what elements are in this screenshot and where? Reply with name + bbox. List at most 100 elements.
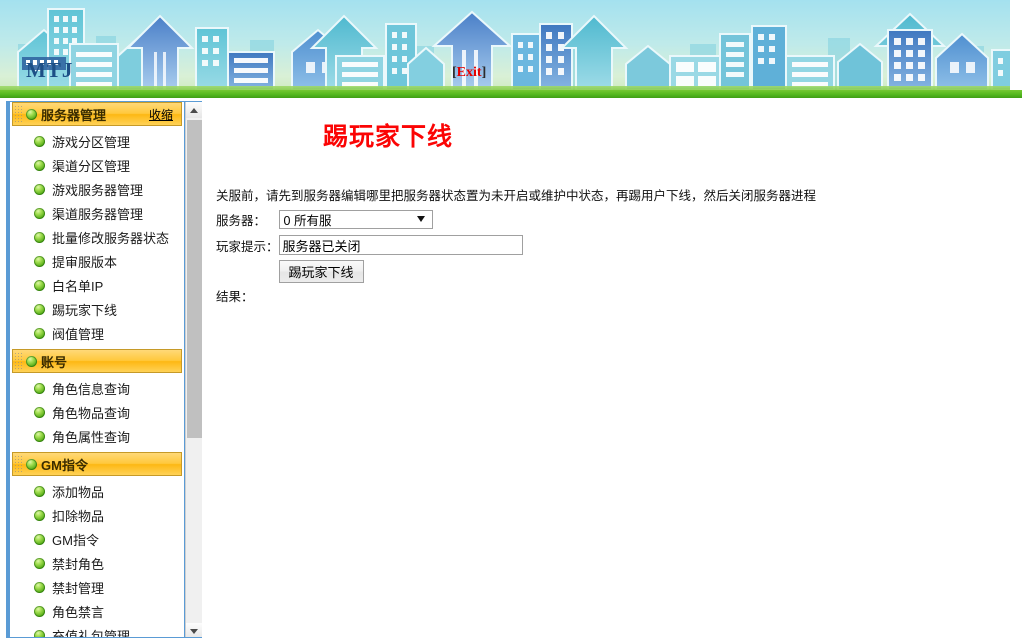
menu-group-account: 账号 角色信息查询 角色物品查询 角色属性查询 bbox=[10, 349, 184, 452]
site-banner: MTJ [Exit] bbox=[0, 0, 1022, 98]
sidebar-item-label: 扣除物品 bbox=[52, 506, 104, 525]
scroll-up-button[interactable] bbox=[186, 102, 202, 118]
sidebar-item-label: 角色信息查询 bbox=[52, 379, 130, 398]
sidebar-item-label: 游戏服务器管理 bbox=[52, 180, 143, 199]
submit-spacer bbox=[216, 258, 279, 284]
server-select-cell: 0 所有服 bbox=[279, 206, 523, 232]
bullet-icon bbox=[34, 136, 45, 147]
sidebar-item-label: 禁封角色 bbox=[52, 554, 104, 573]
banner-green-strip bbox=[0, 90, 1022, 98]
result-row: 结果： bbox=[216, 286, 254, 305]
sidebar-item-label: 角色物品查询 bbox=[52, 403, 130, 422]
sidebar: 服务器管理 收缩 游戏分区管理 渠道分区管理 游戏服务器管理 bbox=[6, 101, 202, 638]
sidebar-item-label: 渠道服务器管理 bbox=[52, 204, 143, 223]
sidebar-item-role-info[interactable]: 角色信息查询 bbox=[10, 376, 184, 400]
group-header-gm[interactable]: GM指令 bbox=[12, 452, 182, 476]
sidebar-item-deduct-item[interactable]: 扣除物品 bbox=[10, 503, 184, 527]
bullet-icon bbox=[34, 232, 45, 243]
menu-group-gm: GM指令 添加物品 扣除物品 GM指令 bbox=[10, 452, 184, 638]
tip-input[interactable] bbox=[279, 235, 523, 255]
bullet-icon bbox=[34, 558, 45, 569]
sidebar-item-channel-zone[interactable]: 渠道分区管理 bbox=[10, 153, 184, 177]
sidebar-item-recharge-gift[interactable]: 充值礼包管理 bbox=[10, 623, 184, 638]
sidebar-item-role-items[interactable]: 角色物品查询 bbox=[10, 400, 184, 424]
sidebar-item-gm-command[interactable]: GM指令 bbox=[10, 527, 184, 551]
sidebar-item-channel-server[interactable]: 渠道服务器管理 bbox=[10, 201, 184, 225]
bullet-icon bbox=[34, 510, 45, 521]
exit-label: Exit bbox=[457, 65, 482, 80]
bullet-icon bbox=[34, 431, 45, 442]
sidebar-item-kick-player[interactable]: 踢玩家下线 bbox=[10, 297, 184, 321]
drag-handle-icon[interactable] bbox=[14, 455, 23, 473]
bullet-icon bbox=[34, 184, 45, 195]
group-header-account[interactable]: 账号 bbox=[12, 349, 182, 373]
menu-items-server: 游戏分区管理 渠道分区管理 游戏服务器管理 渠道服务器管理 bbox=[10, 126, 184, 349]
scrollbar-thumb[interactable] bbox=[187, 120, 202, 438]
bullet-icon bbox=[34, 328, 45, 339]
sidebar-scrollbar[interactable] bbox=[185, 102, 202, 638]
main-content: 踢玩家下线 关服前，请先到服务器编辑哪里把服务器状态置为未开启或维护中状态，再踢… bbox=[210, 98, 1022, 638]
exit-bracket-right: ] bbox=[482, 65, 487, 80]
sidebar-item-role-attrs[interactable]: 角色属性查询 bbox=[10, 424, 184, 448]
chevron-down-icon bbox=[417, 216, 425, 222]
form-row-submit: 踢玩家下线 bbox=[216, 258, 523, 284]
group-header-server[interactable]: 服务器管理 收缩 bbox=[12, 102, 182, 126]
sidebar-item-label: 充值礼包管理 bbox=[52, 626, 130, 638]
bullet-icon bbox=[34, 304, 45, 315]
sidebar-item-label: GM指令 bbox=[52, 530, 99, 549]
sidebar-item-whitelist-ip[interactable]: 白名单IP bbox=[10, 273, 184, 297]
notice-text: 关服前，请先到服务器编辑哪里把服务器状态置为未开启或维护中状态，再踢用户下线，然… bbox=[216, 185, 816, 204]
sidebar-item-label: 渠道分区管理 bbox=[52, 156, 130, 175]
bullet-icon bbox=[26, 356, 37, 367]
bullet-icon bbox=[34, 160, 45, 171]
drag-handle-icon[interactable] bbox=[14, 105, 23, 123]
chevron-down-icon bbox=[190, 629, 198, 634]
bullet-icon bbox=[34, 280, 45, 291]
menu-group-server: 服务器管理 收缩 游戏分区管理 渠道分区管理 游戏服务器管理 bbox=[10, 102, 184, 349]
sidebar-item-batch-server-status[interactable]: 批量修改服务器状态 bbox=[10, 225, 184, 249]
server-label: 服务器： bbox=[216, 206, 279, 232]
sidebar-item-game-zone[interactable]: 游戏分区管理 bbox=[10, 129, 184, 153]
bullet-icon bbox=[26, 109, 37, 120]
kick-player-button[interactable]: 踢玩家下线 bbox=[279, 260, 364, 283]
sidebar-item-game-server[interactable]: 游戏服务器管理 bbox=[10, 177, 184, 201]
sidebar-menu: 服务器管理 收缩 游戏分区管理 渠道分区管理 游戏服务器管理 bbox=[7, 102, 185, 638]
exit-link[interactable]: [Exit] bbox=[452, 66, 486, 80]
sidebar-item-mute-role[interactable]: 角色禁言 bbox=[10, 599, 184, 623]
sidebar-item-review-version[interactable]: 提审服版本 bbox=[10, 249, 184, 273]
page-title: 踢玩家下线 bbox=[323, 117, 453, 153]
drag-handle-icon[interactable] bbox=[14, 352, 23, 370]
banner-right-gutter bbox=[1010, 0, 1022, 90]
bullet-icon bbox=[34, 534, 45, 545]
submit-cell: 踢玩家下线 bbox=[279, 258, 523, 284]
form-row-server: 服务器： 0 所有服 bbox=[216, 206, 523, 232]
tip-label: 玩家提示： bbox=[216, 232, 279, 258]
bullet-icon bbox=[34, 486, 45, 497]
cityscape-illustration bbox=[0, 0, 1022, 98]
group-title: 账号 bbox=[41, 352, 67, 371]
bullet-icon bbox=[26, 459, 37, 470]
server-select[interactable]: 0 所有服 bbox=[279, 210, 433, 229]
menu-items-gm: 添加物品 扣除物品 GM指令 禁封角色 bbox=[10, 476, 184, 638]
bullet-icon bbox=[34, 208, 45, 219]
sidebar-item-label: 批量修改服务器状态 bbox=[52, 228, 169, 247]
sidebar-item-ban-manage[interactable]: 禁封管理 bbox=[10, 575, 184, 599]
form-table: 服务器： 0 所有服 玩家提示： bbox=[216, 206, 523, 284]
collapse-link[interactable]: 收缩 bbox=[149, 106, 173, 123]
sidebar-item-label: 提审服版本 bbox=[52, 252, 117, 271]
sidebar-item-label: 阀值管理 bbox=[52, 324, 104, 343]
scroll-down-button[interactable] bbox=[186, 623, 202, 638]
sidebar-item-label: 踢玩家下线 bbox=[52, 300, 117, 319]
page-body: 服务器管理 收缩 游戏分区管理 渠道分区管理 游戏服务器管理 bbox=[0, 98, 1022, 638]
menu-items-account: 角色信息查询 角色物品查询 角色属性查询 bbox=[10, 373, 184, 452]
site-logo: MTJ bbox=[26, 60, 73, 81]
server-select-value: 0 所有服 bbox=[284, 210, 332, 229]
sidebar-item-ban-role[interactable]: 禁封角色 bbox=[10, 551, 184, 575]
tip-input-cell bbox=[279, 232, 523, 258]
sidebar-item-add-item[interactable]: 添加物品 bbox=[10, 479, 184, 503]
sidebar-item-label: 角色属性查询 bbox=[52, 427, 130, 446]
sidebar-item-threshold[interactable]: 阀值管理 bbox=[10, 321, 184, 345]
bullet-icon bbox=[34, 630, 45, 638]
result-label: 结果： bbox=[216, 290, 254, 304]
group-title: GM指令 bbox=[41, 455, 88, 474]
